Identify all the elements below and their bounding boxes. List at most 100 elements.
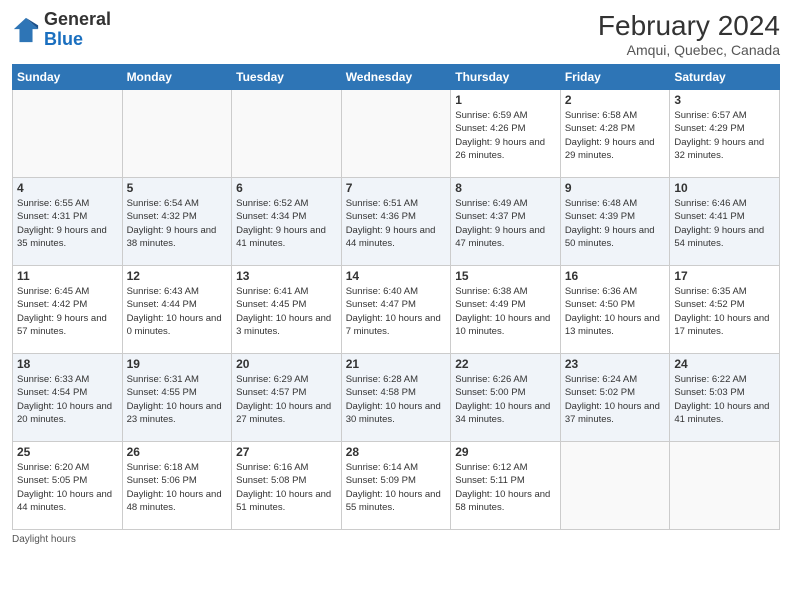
day-info: Sunrise: 6:16 AM Sunset: 5:08 PM Dayligh… [236,461,337,514]
calendar-cell: 29Sunrise: 6:12 AM Sunset: 5:11 PM Dayli… [451,442,561,530]
logo-blue-text: Blue [44,29,83,49]
day-number: 21 [346,357,447,371]
day-number: 19 [127,357,228,371]
calendar-day-header: Tuesday [232,65,342,90]
calendar-cell: 18Sunrise: 6:33 AM Sunset: 4:54 PM Dayli… [13,354,123,442]
calendar-cell: 23Sunrise: 6:24 AM Sunset: 5:02 PM Dayli… [560,354,670,442]
calendar-week-row: 1 Sunrise: 6:59 AM Sunset: 4:26 PM Daylig… [13,90,780,178]
calendar-cell [122,90,232,178]
day-info: Sunrise: 6:26 AM Sunset: 5:00 PM Dayligh… [455,373,556,426]
day-number: 7 [346,181,447,195]
calendar-cell: 19Sunrise: 6:31 AM Sunset: 4:55 PM Dayli… [122,354,232,442]
month-year-title: February 2024 [598,10,780,42]
day-number: 22 [455,357,556,371]
calendar-cell: 24 Sunrise: 6:22 AM Sunset: 5:03 PM Dayli… [670,354,780,442]
calendar-week-row: 25 Sunrise: 6:20 AM Sunset: 5:05 PM Dayli… [13,442,780,530]
calendar-cell: 5 Sunrise: 6:54 AM Sunset: 4:32 PM Daylig… [122,178,232,266]
day-number: 20 [236,357,337,371]
footer-text: Daylight hours [12,534,76,545]
calendar-cell: 1 Sunrise: 6:59 AM Sunset: 4:26 PM Daylig… [451,90,561,178]
calendar-cell: 10Sunrise: 6:46 AM Sunset: 4:41 PM Dayli… [670,178,780,266]
calendar-cell: 17 Sunrise: 6:35 AM Sunset: 4:52 PM Dayli… [670,266,780,354]
day-info: Sunrise: 6:55 AM Sunset: 4:31 PM Dayligh… [17,197,118,250]
day-number: 25 [17,445,118,459]
calendar-cell: 26 Sunrise: 6:18 AM Sunset: 5:06 PM Dayli… [122,442,232,530]
day-info: Sunrise: 6:57 AM Sunset: 4:29 PM Dayligh… [674,109,775,162]
day-number: 4 [17,181,118,195]
day-info: Sunrise: 6:18 AM Sunset: 5:06 PM Dayligh… [127,461,228,514]
calendar-cell: 21Sunrise: 6:28 AM Sunset: 4:58 PM Dayli… [341,354,451,442]
calendar-cell: 11 Sunrise: 6:45 AM Sunset: 4:42 PM Dayli… [13,266,123,354]
calendar-cell: 25 Sunrise: 6:20 AM Sunset: 5:05 PM Dayli… [13,442,123,530]
calendar-cell: 27 Sunrise: 6:16 AM Sunset: 5:08 PM Dayli… [232,442,342,530]
calendar-cell: 6 Sunrise: 6:52 AM Sunset: 4:34 PM Daylig… [232,178,342,266]
day-info: Sunrise: 6:43 AM Sunset: 4:44 PM Dayligh… [127,285,228,338]
day-number: 26 [127,445,228,459]
day-info: Sunrise: 6:22 AM Sunset: 5:03 PM Dayligh… [674,373,775,426]
calendar-cell: 28 Sunrise: 6:14 AM Sunset: 5:09 PM Dayli… [341,442,451,530]
calendar-cell: 20 Sunrise: 6:29 AM Sunset: 4:57 PM Dayli… [232,354,342,442]
page-header: General Blue February 2024 Amqui, Quebec… [12,10,780,58]
day-info: Sunrise: 6:49 AM Sunset: 4:37 PM Dayligh… [455,197,556,250]
logo: General Blue [12,10,111,50]
calendar-cell [560,442,670,530]
day-info: Sunrise: 6:40 AM Sunset: 4:47 PM Dayligh… [346,285,447,338]
calendar-day-header: Thursday [451,65,561,90]
location-text: Amqui, Quebec, Canada [598,42,780,58]
title-block: February 2024 Amqui, Quebec, Canada [598,10,780,58]
calendar-cell: 9 Sunrise: 6:48 AM Sunset: 4:39 PM Daylig… [560,178,670,266]
footer: Daylight hours [12,534,780,545]
calendar-week-row: 4 Sunrise: 6:55 AM Sunset: 4:31 PM Daylig… [13,178,780,266]
day-info: Sunrise: 6:54 AM Sunset: 4:32 PM Dayligh… [127,197,228,250]
day-info: Sunrise: 6:24 AM Sunset: 5:02 PM Dayligh… [565,373,666,426]
calendar-cell [341,90,451,178]
calendar-cell: 2 Sunrise: 6:58 AM Sunset: 4:28 PM Daylig… [560,90,670,178]
day-number: 3 [674,93,775,107]
day-number: 11 [17,269,118,283]
calendar-cell: 12 Sunrise: 6:43 AM Sunset: 4:44 PM Dayli… [122,266,232,354]
day-number: 9 [565,181,666,195]
calendar-week-row: 18Sunrise: 6:33 AM Sunset: 4:54 PM Dayli… [13,354,780,442]
day-number: 17 [674,269,775,283]
day-number: 14 [346,269,447,283]
day-info: Sunrise: 6:45 AM Sunset: 4:42 PM Dayligh… [17,285,118,338]
day-info: Sunrise: 6:58 AM Sunset: 4:28 PM Dayligh… [565,109,666,162]
day-info: Sunrise: 6:51 AM Sunset: 4:36 PM Dayligh… [346,197,447,250]
day-number: 15 [455,269,556,283]
day-info: Sunrise: 6:41 AM Sunset: 4:45 PM Dayligh… [236,285,337,338]
day-info: Sunrise: 6:48 AM Sunset: 4:39 PM Dayligh… [565,197,666,250]
day-number: 2 [565,93,666,107]
day-number: 12 [127,269,228,283]
day-number: 27 [236,445,337,459]
calendar-cell: 22 Sunrise: 6:26 AM Sunset: 5:00 PM Dayli… [451,354,561,442]
day-info: Sunrise: 6:59 AM Sunset: 4:26 PM Dayligh… [455,109,556,162]
calendar-day-header: Sunday [13,65,123,90]
day-number: 6 [236,181,337,195]
day-info: Sunrise: 6:35 AM Sunset: 4:52 PM Dayligh… [674,285,775,338]
day-number: 18 [17,357,118,371]
day-info: Sunrise: 6:52 AM Sunset: 4:34 PM Dayligh… [236,197,337,250]
calendar-day-header: Saturday [670,65,780,90]
calendar-cell: 15Sunrise: 6:38 AM Sunset: 4:49 PM Dayli… [451,266,561,354]
day-number: 13 [236,269,337,283]
day-info: Sunrise: 6:29 AM Sunset: 4:57 PM Dayligh… [236,373,337,426]
day-number: 28 [346,445,447,459]
day-number: 5 [127,181,228,195]
day-info: Sunrise: 6:14 AM Sunset: 5:09 PM Dayligh… [346,461,447,514]
calendar-day-header: Monday [122,65,232,90]
day-number: 10 [674,181,775,195]
day-info: Sunrise: 6:20 AM Sunset: 5:05 PM Dayligh… [17,461,118,514]
day-number: 16 [565,269,666,283]
calendar-cell [670,442,780,530]
calendar-header-row: SundayMondayTuesdayWednesdayThursdayFrid… [13,65,780,90]
calendar-cell: 14 Sunrise: 6:40 AM Sunset: 4:47 PM Dayli… [341,266,451,354]
calendar-cell [13,90,123,178]
calendar-cell: 16Sunrise: 6:36 AM Sunset: 4:50 PM Dayli… [560,266,670,354]
day-number: 24 [674,357,775,371]
calendar-table: SundayMondayTuesdayWednesdayThursdayFrid… [12,64,780,530]
day-info: Sunrise: 6:12 AM Sunset: 5:11 PM Dayligh… [455,461,556,514]
logo-icon [12,16,40,44]
day-number: 1 [455,93,556,107]
calendar-cell: 7 Sunrise: 6:51 AM Sunset: 4:36 PM Daylig… [341,178,451,266]
calendar-day-header: Wednesday [341,65,451,90]
